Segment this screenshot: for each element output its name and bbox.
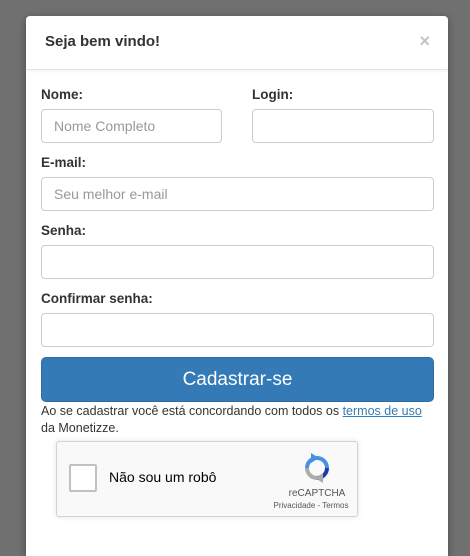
cadastrar-button[interactable]: Cadastrar-se [41,357,434,402]
login-input[interactable] [252,109,434,143]
recaptcha-label: Não sou um robô [109,469,217,485]
terms-prefix: Ao se cadastrar você está concordando co… [41,404,343,418]
recaptcha-checkbox[interactable] [69,464,97,492]
nome-input[interactable] [41,109,222,143]
email-label: E-mail: [41,155,87,170]
nome-label: Nome: [41,87,84,102]
recaptcha-logo-icon [305,453,329,483]
confirmar-senha-label: Confirmar senha: [41,291,153,306]
terms-notice: Ao se cadastrar você está concordando co… [41,403,436,437]
email-input[interactable] [41,177,434,211]
terms-link[interactable]: termos de uso [343,404,422,418]
modal-header: Seja bem vindo! × [26,16,448,70]
terms-suffix: da Monetizze. [41,421,119,435]
recaptcha-widget: Não sou um robô reCAPTCHA Privacidade - … [56,441,358,517]
recaptcha-terms-link[interactable]: Termos [322,501,348,510]
recaptcha-brand: reCAPTCHA [288,488,346,499]
login-label: Login: [252,87,294,102]
senha-label: Senha: [41,223,87,238]
close-icon[interactable]: × [419,30,430,52]
modal-title: Seja bem vindo! [45,33,161,50]
recaptcha-privacy-link[interactable]: Privacidade [273,501,315,510]
signup-modal: Seja bem vindo! × Nome: Login: E-mail: S… [26,16,448,556]
senha-input[interactable] [41,245,434,279]
confirmar-senha-input[interactable] [41,313,434,347]
recaptcha-links: Privacidade - Termos [269,501,353,510]
